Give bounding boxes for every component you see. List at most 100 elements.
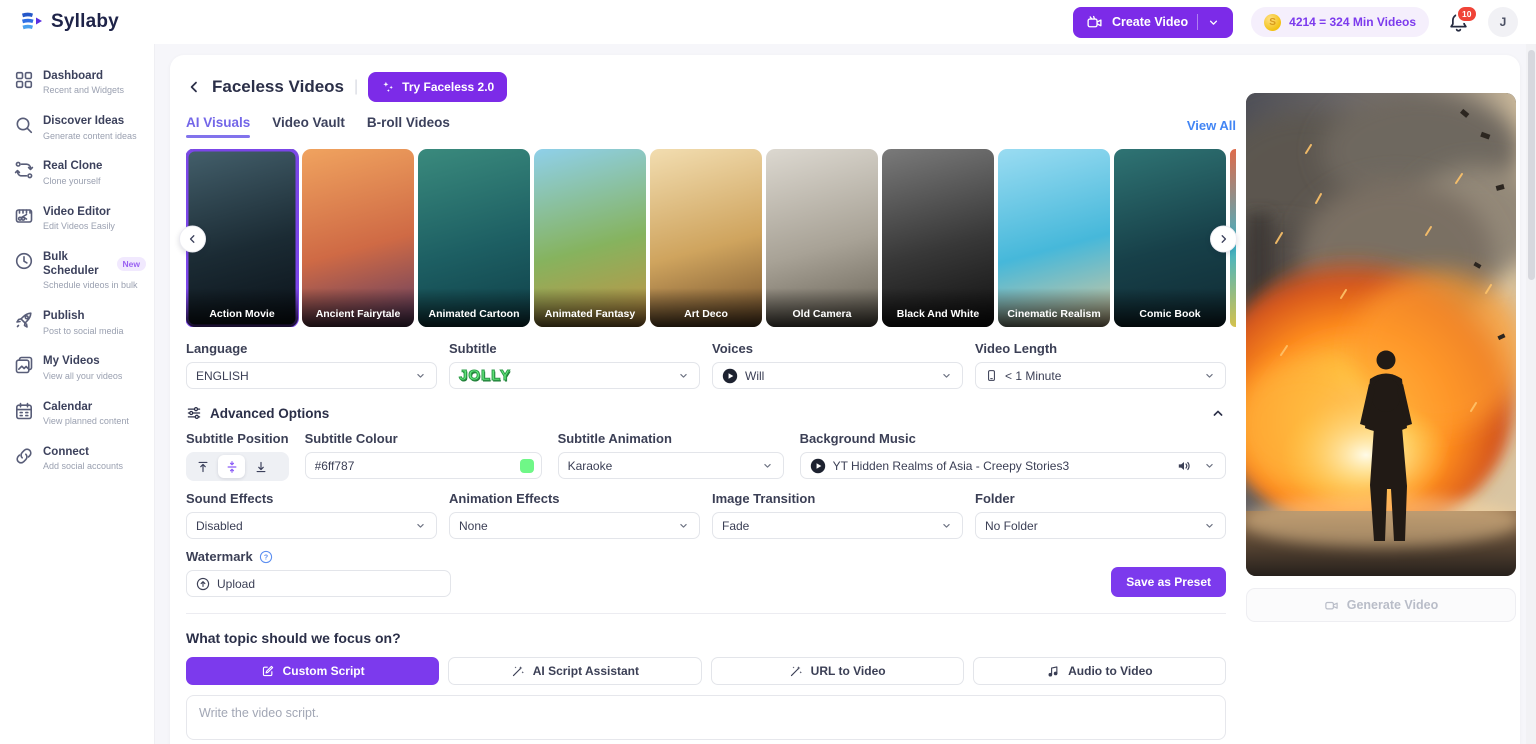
- sidebar-item-sublabel: Edit Videos Easily: [43, 221, 115, 232]
- watermark-label: Watermark: [186, 549, 253, 564]
- subtitle-colour-field: [305, 452, 542, 479]
- sidebar-item-calendar[interactable]: CalendarView planned content: [0, 391, 154, 436]
- subtitle-position-segment: [186, 452, 289, 481]
- create-video-button[interactable]: Create Video: [1073, 7, 1233, 38]
- script-mode-buttons: Custom Script AI Script Assistant URL to V…: [186, 657, 1226, 685]
- mode-button-audio-to-video[interactable]: Audio to Video: [973, 657, 1226, 685]
- subtitle-select[interactable]: JOLLY: [449, 362, 700, 389]
- sidebar: DashboardRecent and WidgetsDiscover Idea…: [0, 44, 155, 744]
- subtitle-animation-select[interactable]: Karaoke: [558, 452, 784, 479]
- syllaby-logo[interactable]: Syllaby: [18, 9, 119, 35]
- play-icon[interactable]: [722, 368, 738, 384]
- style-card-animated-fantasy[interactable]: Animated Fantasy: [534, 149, 646, 327]
- scrollbar-thumb[interactable]: [1528, 50, 1535, 280]
- sidebar-item-label: Connect: [43, 445, 123, 459]
- sidebar-item-discover-ideas[interactable]: Discover IdeasGenerate content ideas: [0, 105, 154, 150]
- image-transition-label: Image Transition: [712, 491, 963, 506]
- style-card-ancient-fairytale[interactable]: Ancient Fairytale: [302, 149, 414, 327]
- chevron-up-icon[interactable]: [1210, 405, 1226, 421]
- video-editor-icon: [14, 206, 34, 226]
- align-bottom-button[interactable]: [247, 455, 274, 478]
- save-as-preset-button[interactable]: Save as Preset: [1111, 567, 1226, 597]
- back-chevron-icon[interactable]: [186, 79, 202, 95]
- sidebar-item-real-clone[interactable]: Real CloneClone yourself: [0, 150, 154, 195]
- scrollbar-track: [1526, 44, 1536, 744]
- style-card-cinematic-realism[interactable]: Cinematic Realism: [998, 149, 1110, 327]
- subtitle-colour-input[interactable]: [315, 459, 512, 473]
- credits-pill[interactable]: S 4214 = 324 Min Videos: [1251, 7, 1429, 37]
- advanced-options-header[interactable]: Advanced Options: [186, 405, 1236, 421]
- try-faceless-2-button[interactable]: Try Faceless 2.0: [368, 72, 507, 102]
- voices-field-group: Voices Will: [712, 341, 963, 389]
- align-bottom-icon: [254, 460, 268, 474]
- subtitle-colour-swatch: [520, 459, 534, 473]
- script-textarea[interactable]: [186, 695, 1226, 740]
- style-card-art-deco[interactable]: Art Deco: [650, 149, 762, 327]
- sound-effects-label: Sound Effects: [186, 491, 437, 506]
- sidebar-item-dashboard[interactable]: DashboardRecent and Widgets: [0, 60, 154, 105]
- carousel-next-button[interactable]: [1210, 226, 1237, 253]
- align-middle-button[interactable]: [218, 455, 245, 478]
- style-card-animated-cartoon[interactable]: Animated Cartoon: [418, 149, 530, 327]
- user-avatar[interactable]: J: [1488, 7, 1518, 37]
- help-question-icon[interactable]: ?: [259, 550, 273, 564]
- clock-icon: [14, 251, 34, 271]
- watermark-upload-button[interactable]: Upload: [186, 570, 451, 597]
- sidebar-item-publish[interactable]: PublishPost to social media: [0, 300, 154, 345]
- language-select[interactable]: ENGLISH: [186, 362, 437, 389]
- animation-effects-select[interactable]: None: [449, 512, 700, 539]
- wand-icon: [511, 664, 525, 678]
- page-header: Faceless Videos | Try Faceless 2.0: [186, 73, 1236, 101]
- mode-button-custom-script[interactable]: Custom Script: [186, 657, 439, 685]
- tab-video-vault[interactable]: Video Vault: [272, 115, 345, 136]
- subtitle-animation-group: Subtitle Animation Karaoke: [558, 431, 784, 481]
- voices-label: Voices: [712, 341, 963, 356]
- tabs-row: AI Visuals Video Vault B-roll Videos View …: [186, 113, 1236, 137]
- style-card-black-and-white[interactable]: Black And White: [882, 149, 994, 327]
- button-divider: [1197, 14, 1198, 30]
- sidebar-item-label: Dashboard: [43, 69, 124, 83]
- tab-ai-visuals[interactable]: AI Visuals: [186, 115, 250, 136]
- generate-video-button[interactable]: Generate Video: [1246, 588, 1516, 622]
- animation-effects-label: Animation Effects: [449, 491, 700, 506]
- credits-text: 4214 = 324 Min Videos: [1289, 15, 1416, 29]
- subtitle-label: Subtitle: [449, 341, 700, 356]
- notifications-bell[interactable]: 10: [1447, 11, 1470, 34]
- voices-select[interactable]: Will: [712, 362, 963, 389]
- notification-count-badge: 10: [1456, 5, 1478, 23]
- sidebar-item-connect[interactable]: ConnectAdd social accounts: [0, 436, 154, 481]
- view-all-link[interactable]: View All: [1187, 118, 1236, 133]
- chevron-right-icon: [1217, 233, 1230, 246]
- carousel-prev-button[interactable]: [179, 226, 206, 253]
- sound-effects-select[interactable]: Disabled: [186, 512, 437, 539]
- align-top-button[interactable]: [189, 455, 216, 478]
- sidebar-item-bulk-scheduler[interactable]: Bulk SchedulerNewSchedule videos in bulk: [0, 241, 154, 301]
- create-video-label: Create Video: [1112, 15, 1188, 29]
- subtitle-position-label: Subtitle Position: [186, 431, 289, 446]
- syllaby-logo-icon: [18, 9, 44, 35]
- chevron-down-icon[interactable]: [1207, 16, 1220, 29]
- mode-button-label: URL to Video: [811, 664, 886, 678]
- sidebar-item-video-editor[interactable]: Video EditorEdit Videos Easily: [0, 196, 154, 241]
- watermark-group: Watermark ? Upload: [186, 549, 451, 597]
- play-icon[interactable]: [810, 458, 826, 474]
- sidebar-item-my-videos[interactable]: My VideosView all your videos: [0, 345, 154, 390]
- sidebar-item-label: Real Clone: [43, 159, 102, 173]
- subtitle-colour-label: Subtitle Colour: [305, 431, 542, 446]
- svg-text:?: ?: [264, 554, 268, 561]
- mode-button-url-to-video[interactable]: URL to Video: [711, 657, 964, 685]
- content-column: Faceless Videos | Try Faceless 2.0 AI Vi…: [186, 73, 1236, 744]
- video-length-select[interactable]: < 1 Minute: [975, 362, 1226, 389]
- tab-b-roll-videos[interactable]: B-roll Videos: [367, 115, 450, 136]
- image-transition-select[interactable]: Fade: [712, 512, 963, 539]
- folder-select[interactable]: No Folder: [975, 512, 1226, 539]
- sidebar-item-label: Bulk SchedulerNew: [43, 250, 146, 279]
- animation-effects-value: None: [459, 519, 488, 533]
- speaker-icon[interactable]: [1176, 458, 1192, 474]
- upload-icon: [196, 577, 210, 591]
- language-field-group: Language ENGLISH: [186, 341, 437, 389]
- style-card-old-camera[interactable]: Old Camera: [766, 149, 878, 327]
- style-card-label: Animated Fantasy: [534, 288, 646, 327]
- background-music-select[interactable]: YT Hidden Realms of Asia - Creepy Storie…: [800, 452, 1226, 479]
- mode-button-ai-script-assistant[interactable]: AI Script Assistant: [448, 657, 701, 685]
